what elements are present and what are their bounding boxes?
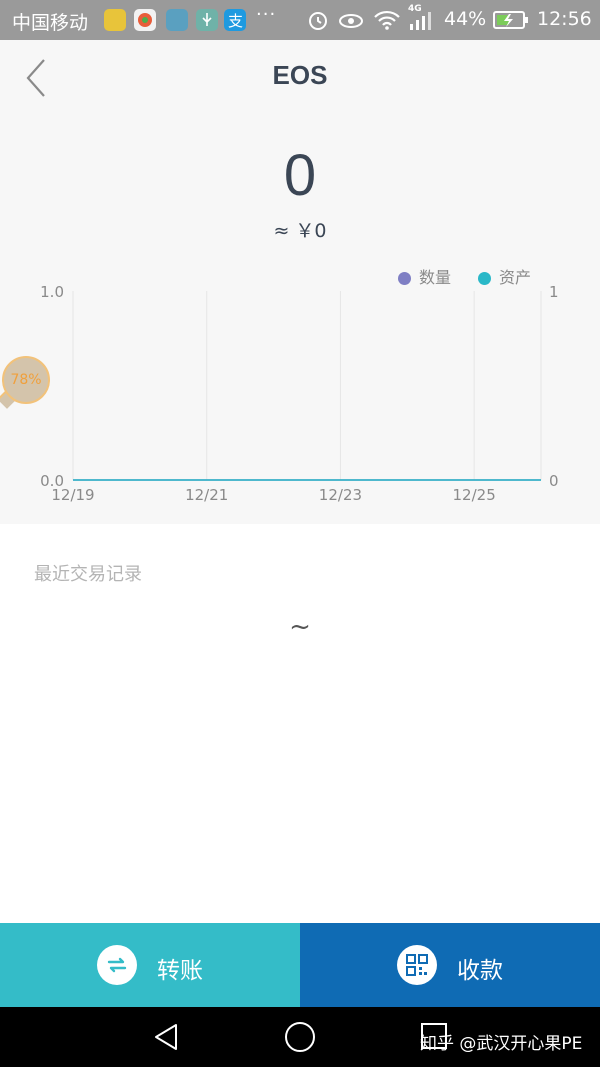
watermark-text: 知乎 @武汉开心果PE	[420, 1034, 583, 1054]
app-notification-icon	[104, 9, 126, 31]
circle-home-icon	[285, 1022, 315, 1052]
x-tick-label: 12/19	[51, 486, 94, 504]
alarm-icon	[306, 8, 330, 36]
fiat-value: ≈ ￥0	[273, 220, 327, 242]
balance-amount: 0	[283, 143, 317, 208]
triangle-back-icon	[155, 1024, 177, 1050]
records-empty-indicator: ~	[289, 612, 311, 642]
x-tick-label: 12/21	[185, 486, 228, 504]
app-notification-icon	[166, 9, 188, 31]
x-tick-label: 12/23	[319, 486, 362, 504]
page-title: EOS	[272, 60, 328, 90]
svg-text:支: 支	[228, 12, 243, 30]
battery-icon	[493, 10, 529, 34]
status-bar: 中国移动 支 ··· 4G 44% 12:56	[0, 0, 600, 40]
carrier-label: 中国移动	[12, 12, 89, 34]
qr-code-icon	[397, 945, 437, 985]
system-nav-bar: 知乎 @武汉开心果PE	[0, 1007, 600, 1067]
nav-home-button[interactable]	[283, 1020, 317, 1058]
y-tick-label-right: 0	[549, 472, 559, 490]
receive-label: 收款	[457, 958, 503, 984]
transfer-button[interactable]: 转账	[0, 923, 300, 1007]
wifi-icon	[372, 7, 402, 35]
floating-accelerator-badge[interactable]: 78%	[2, 356, 50, 404]
x-tick-label: 12/25	[453, 486, 496, 504]
app-notification-icon	[134, 9, 156, 31]
recent-transactions-title: 最近交易记录	[34, 564, 142, 585]
asset-summary: 0 ≈ ￥0 数量 资产 0.0 1.0 0 1 12/19 12/21 12/23 12/2…	[0, 120, 600, 524]
receive-button[interactable]: 收款	[300, 923, 600, 1007]
alipay-icon: 支	[224, 9, 246, 31]
signal-icon	[408, 10, 434, 36]
y-tick-label-left: 1.0	[40, 283, 64, 301]
y-tick-label-right: 1	[549, 283, 559, 301]
transfer-icon	[97, 945, 137, 985]
transfer-label: 转账	[157, 958, 203, 984]
history-chart: 0.01.00112/19 12/21 12/23 12/25	[40, 283, 559, 504]
header: EOS	[0, 40, 600, 120]
battery-percent: 44%	[444, 8, 487, 30]
clock: 12:56	[537, 8, 592, 30]
bottom-actions: 转账 收款	[0, 923, 600, 1007]
usb-icon	[196, 9, 218, 31]
nav-back-button[interactable]	[150, 1021, 182, 1057]
more-notifications-icon: ···	[256, 4, 277, 25]
eye-comfort-icon	[337, 8, 365, 36]
